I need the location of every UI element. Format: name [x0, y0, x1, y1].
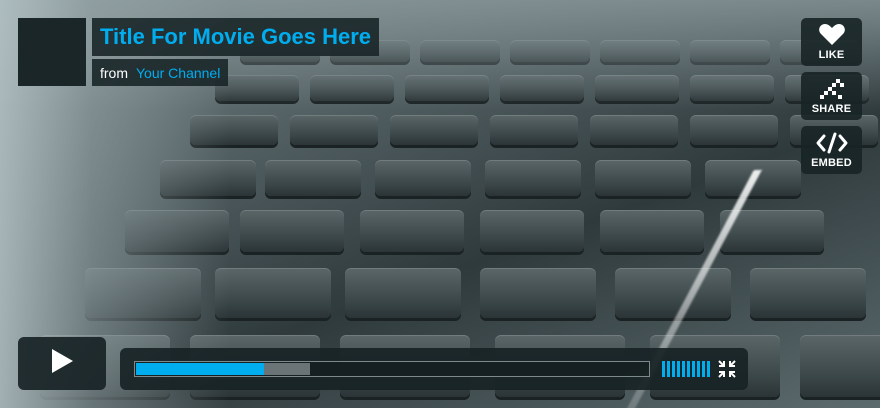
keyboard-key	[750, 268, 866, 318]
embed-code-icon	[815, 132, 849, 154]
keyboard-key	[265, 160, 361, 196]
fullscreen-icon	[718, 360, 736, 382]
play-button[interactable]	[18, 337, 106, 390]
video-title-box[interactable]: Title For Movie Goes Here	[92, 18, 380, 56]
volume-bar	[672, 361, 675, 377]
play-icon	[50, 348, 74, 379]
volume-control[interactable]	[662, 361, 710, 377]
fullscreen-button[interactable]	[718, 360, 736, 378]
byline-from-label: from	[100, 64, 128, 81]
keyboard-key	[800, 335, 880, 397]
volume-bar	[697, 361, 700, 377]
like-button[interactable]: LIKE	[801, 18, 862, 66]
volume-bar	[662, 361, 665, 377]
video-title[interactable]: Title For Movie Goes Here	[100, 24, 371, 50]
volume-bar	[687, 361, 690, 377]
volume-bar	[692, 361, 695, 377]
share-button[interactable]: SHARE	[801, 72, 862, 120]
like-label: LIKE	[818, 48, 845, 61]
video-player[interactable]: Title For Movie Goes Here from Your Chan…	[0, 0, 880, 408]
keyboard-key	[345, 268, 461, 318]
volume-bar	[707, 361, 710, 377]
volume-bar	[682, 361, 685, 377]
keyboard-key	[480, 268, 596, 318]
embed-button[interactable]: EMBED	[801, 126, 862, 174]
video-byline: from Your Channel	[92, 59, 229, 86]
channel-link[interactable]: Your Channel	[136, 65, 220, 81]
progress-played	[136, 363, 264, 375]
channel-avatar[interactable]	[18, 18, 86, 86]
volume-bar	[702, 361, 705, 377]
volume-bar	[667, 361, 670, 377]
keyboard-key	[375, 160, 471, 196]
keyboard-key	[590, 115, 678, 145]
progress-track[interactable]	[134, 361, 650, 377]
keyboard-key	[290, 115, 378, 145]
keyboard-key	[480, 210, 584, 252]
keyboard-key	[490, 115, 578, 145]
keyboard-key	[615, 268, 731, 318]
embed-label: EMBED	[811, 156, 852, 169]
keyboard-key	[485, 160, 581, 196]
keyboard-key	[360, 210, 464, 252]
share-label: SHARE	[811, 102, 852, 115]
keyboard-key	[240, 210, 344, 252]
share-icon	[818, 78, 846, 100]
heart-icon	[818, 23, 846, 46]
keyboard-key	[690, 115, 778, 145]
control-bar	[120, 348, 748, 390]
volume-bar	[677, 361, 680, 377]
keyboard-key	[390, 115, 478, 145]
keyboard-key	[600, 210, 704, 252]
keyboard-key	[595, 160, 691, 196]
keyboard-key	[215, 268, 331, 318]
